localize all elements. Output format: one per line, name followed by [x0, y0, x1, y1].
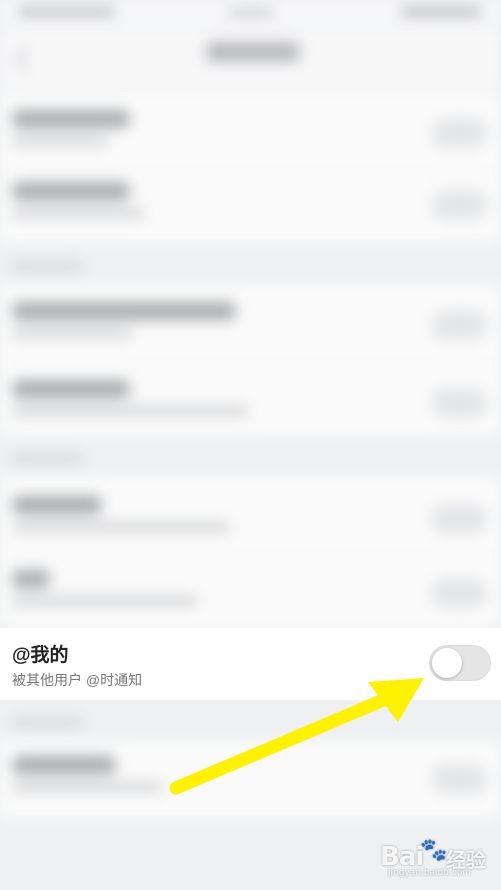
- settings-row-blurred[interactable]: [0, 172, 501, 242]
- section-header-blurred: [12, 262, 82, 272]
- settings-section-2: [0, 284, 501, 436]
- baidu-watermark: Bai 🐾 经验 jingyan.baidu.com: [380, 836, 490, 880]
- mentions-toggle-switch[interactable]: [429, 645, 491, 681]
- section-header-blurred: [12, 454, 82, 464]
- toggle-switch-blurred[interactable]: [431, 190, 487, 220]
- settings-row-blurred[interactable]: [0, 560, 501, 630]
- setting-subtitle: 被其他用户 @时通知: [12, 672, 143, 688]
- toggle-switch-blurred[interactable]: [431, 388, 487, 418]
- status-bar-right: [400, 6, 482, 18]
- settings-row-blurred[interactable]: [0, 100, 501, 170]
- section-header-blurred: [12, 718, 82, 728]
- toggle-switch-blurred[interactable]: [431, 504, 487, 534]
- toggle-switch-blurred[interactable]: [431, 764, 487, 794]
- settings-row-blurred[interactable]: [0, 370, 501, 440]
- settings-row-blurred[interactable]: [0, 292, 501, 362]
- page-title-blurred: [206, 42, 300, 62]
- watermark-url: jingyan.baidu.com: [388, 868, 472, 878]
- paw-logo-icon: 🐾: [420, 838, 448, 863]
- settings-row-blurred[interactable]: [0, 746, 501, 816]
- settings-row-blurred[interactable]: [0, 486, 501, 556]
- settings-section-4: [0, 740, 501, 818]
- toggle-switch-blurred[interactable]: [431, 118, 487, 148]
- status-bar-left: [18, 6, 116, 18]
- back-arrow-icon[interactable]: [14, 46, 39, 71]
- status-bar-time: [228, 8, 274, 18]
- setting-row-mentions[interactable]: @我的 被其他用户 @时通知: [0, 628, 501, 700]
- toggle-switch-blurred[interactable]: [431, 578, 487, 608]
- settings-section-3: [0, 476, 501, 628]
- settings-section-1: [0, 92, 501, 242]
- status-bar: [0, 0, 501, 28]
- toggle-knob: [432, 648, 462, 678]
- nav-bar: [0, 28, 501, 92]
- toggle-switch-blurred[interactable]: [431, 310, 487, 340]
- setting-title: @我的: [12, 645, 69, 666]
